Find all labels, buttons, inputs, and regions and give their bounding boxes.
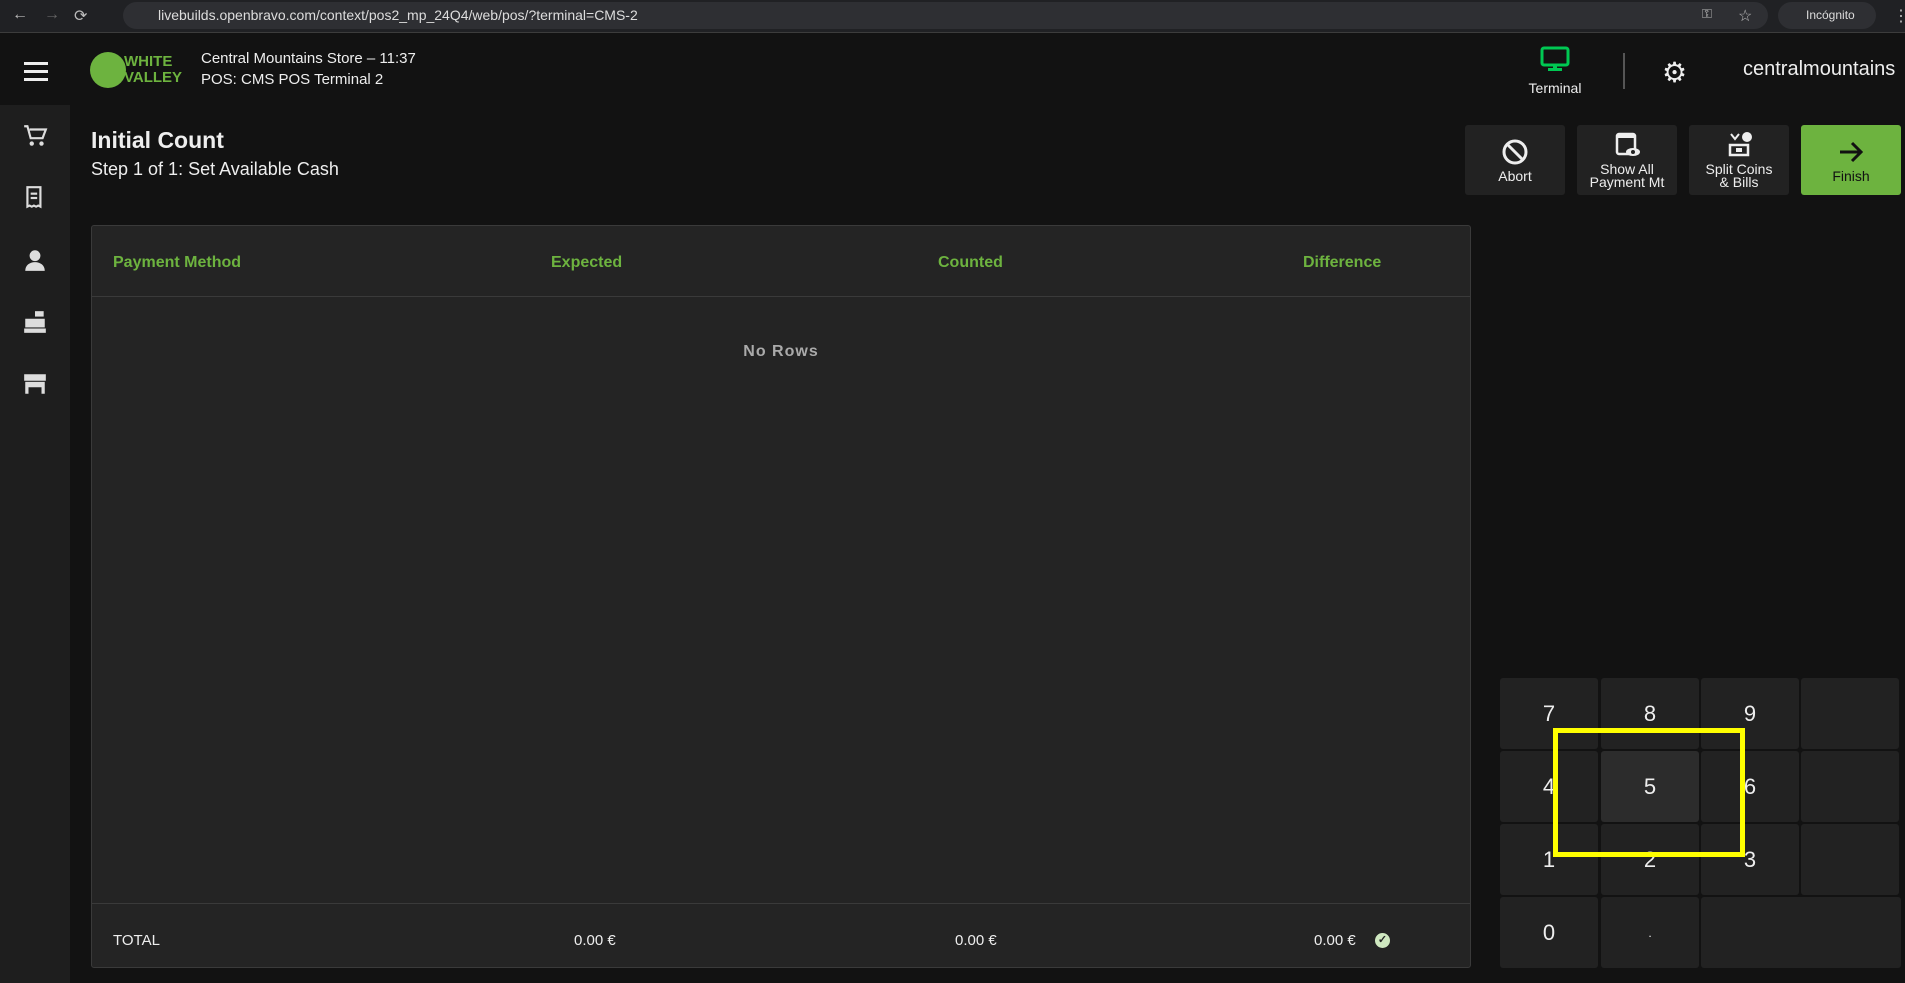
settings-gear-icon[interactable]: ⚙ <box>1662 56 1687 89</box>
cash-register-icon <box>24 311 46 333</box>
back-icon[interactable]: ← <box>12 6 28 24</box>
logo: WHITE VALLEY <box>124 53 183 86</box>
terminal-button[interactable]: Terminal <box>1510 46 1600 96</box>
username[interactable]: centralmountains <box>1743 58 1895 81</box>
key-icon[interactable]: ⚿ <box>1702 6 1712 22</box>
empty-message: No Rows <box>743 343 819 360</box>
total-difference: 0.00 € <box>1314 932 1356 949</box>
receipt-icon <box>26 186 42 209</box>
person-icon <box>25 250 45 271</box>
monitor-icon <box>1540 46 1570 71</box>
sidebar-item-receipts[interactable] <box>0 167 70 229</box>
reload-icon[interactable]: ⟳ <box>74 6 87 26</box>
key-decimal[interactable]: . <box>1601 897 1699 968</box>
split-money-icon <box>1728 132 1752 157</box>
hamburger-menu-icon[interactable] <box>24 62 48 81</box>
check-circle-icon: ✓ <box>1375 933 1390 948</box>
column-header-counted[interactable]: Counted <box>938 254 1003 272</box>
column-header-difference[interactable]: Difference <box>1303 254 1381 272</box>
key-blank[interactable] <box>1801 678 1899 749</box>
abort-button[interactable]: Abort <box>1465 125 1565 195</box>
payment-methods-table: Payment Method Expected Counted Differen… <box>91 225 1471 968</box>
key-0[interactable]: 0 <box>1500 897 1598 968</box>
total-counted: 0.00 € <box>955 932 997 949</box>
menu-dots-icon[interactable]: ⋮ <box>1893 6 1905 26</box>
sidebar <box>0 105 70 983</box>
terminal-name: POS: CMS POS Terminal 2 <box>201 71 384 88</box>
store-name: Central Mountains Store – 11:37 <box>201 50 416 67</box>
key-blank[interactable] <box>1801 824 1899 895</box>
finish-button[interactable]: Finish <box>1801 125 1901 195</box>
total-expected: 0.00 € <box>574 932 616 949</box>
page-title: Initial Count <box>91 127 224 153</box>
arrow-right-icon <box>1840 141 1864 162</box>
forward-icon[interactable]: → <box>44 6 60 24</box>
sidebar-item-cart[interactable] <box>0 105 70 167</box>
sidebar-item-customer[interactable] <box>0 229 70 291</box>
block-icon <box>1502 139 1528 164</box>
cart-icon <box>24 125 48 146</box>
key-blank[interactable] <box>1801 751 1899 822</box>
logo-icon <box>90 52 126 88</box>
divider <box>1623 53 1625 89</box>
sidebar-item-store[interactable] <box>0 353 70 415</box>
key-blank-wide[interactable] <box>1701 897 1901 968</box>
table-header: Payment Method Expected Counted Differen… <box>92 226 1470 297</box>
table-footer: TOTAL 0.00 € 0.00 € 0.00 € ✓ <box>92 903 1470 968</box>
highlight-box <box>1553 728 1745 857</box>
sidebar-item-cash-register[interactable] <box>0 291 70 353</box>
split-coins-bills-button[interactable]: Split Coins & Bills <box>1689 125 1789 195</box>
address-bar[interactable]: livebuilds.openbravo.com/context/pos2_mp… <box>123 2 1768 29</box>
column-header-payment-method[interactable]: Payment Method <box>113 254 241 272</box>
star-icon[interactable]: ☆ <box>1738 6 1752 26</box>
incognito-badge[interactable]: Incógnito <box>1778 2 1876 29</box>
store-icon <box>24 374 46 394</box>
page-subtitle: Step 1 of 1: Set Available Cash <box>91 159 339 179</box>
browser-toolbar: ← → ⟳ livebuilds.openbravo.com/context/p… <box>0 0 1905 33</box>
total-label: TOTAL <box>113 932 160 949</box>
show-all-payment-methods-button[interactable]: Show All Payment Mt <box>1577 125 1677 195</box>
list-eye-icon <box>1615 132 1640 156</box>
column-header-expected[interactable]: Expected <box>551 254 622 272</box>
